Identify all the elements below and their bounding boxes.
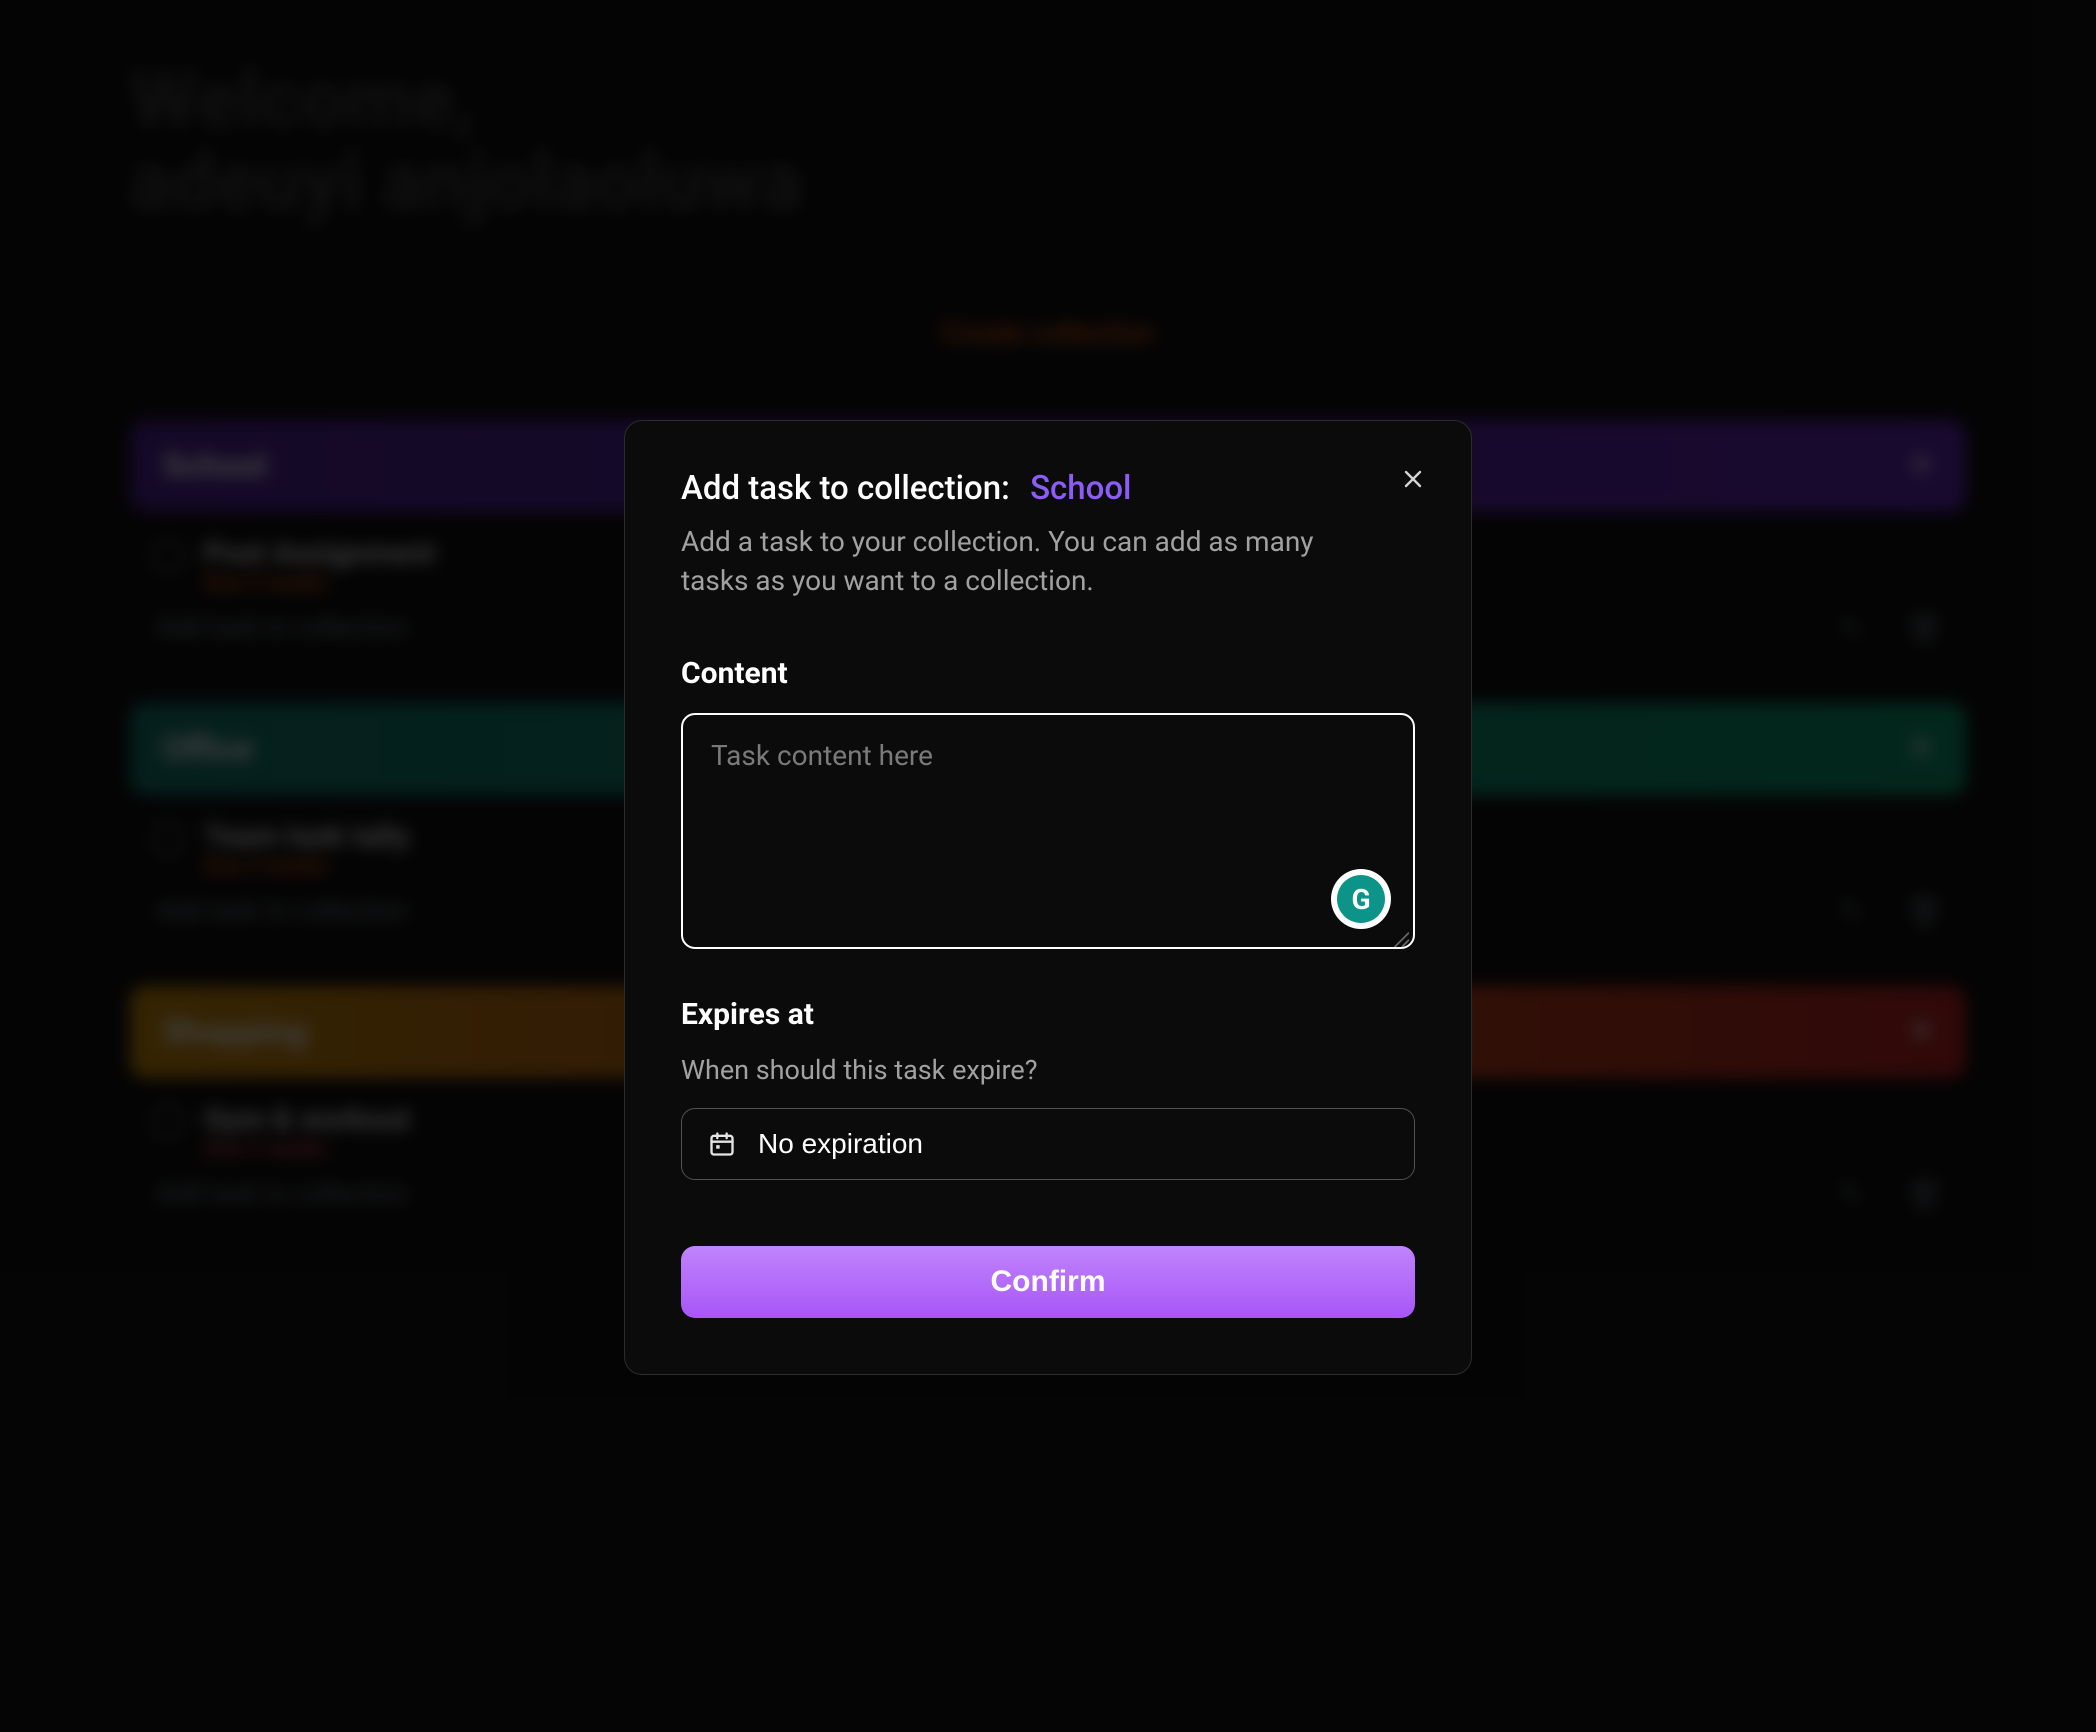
expires-sublabel: When should this task expire?	[681, 1054, 1415, 1086]
modal-title: Add task to collection: School	[681, 469, 1415, 508]
confirm-button[interactable]: Confirm	[681, 1246, 1415, 1318]
modal-description: Add a task to your collection. You can a…	[681, 522, 1361, 600]
resize-handle-icon	[1391, 929, 1409, 947]
task-content-input[interactable]	[681, 713, 1415, 949]
add-task-modal: Add task to collection: School Add a tas…	[624, 420, 1472, 1375]
grammarly-icon[interactable]: G	[1331, 869, 1391, 929]
confirm-label: Confirm	[991, 1265, 1106, 1298]
calendar-icon	[708, 1130, 736, 1158]
modal-close-button[interactable]	[1393, 459, 1433, 499]
modal-collection-name: School	[1030, 469, 1131, 508]
expiration-value: No expiration	[758, 1128, 923, 1160]
close-icon	[1401, 467, 1425, 491]
content-label: Content	[681, 656, 1415, 691]
expiration-date-button[interactable]: No expiration	[681, 1108, 1415, 1180]
grammarly-glyph: G	[1337, 875, 1385, 923]
expires-label: Expires at	[681, 997, 1415, 1032]
modal-overlay[interactable]: Add task to collection: School Add a tas…	[0, 0, 2096, 1732]
modal-title-prefix: Add task to collection:	[681, 469, 1010, 508]
